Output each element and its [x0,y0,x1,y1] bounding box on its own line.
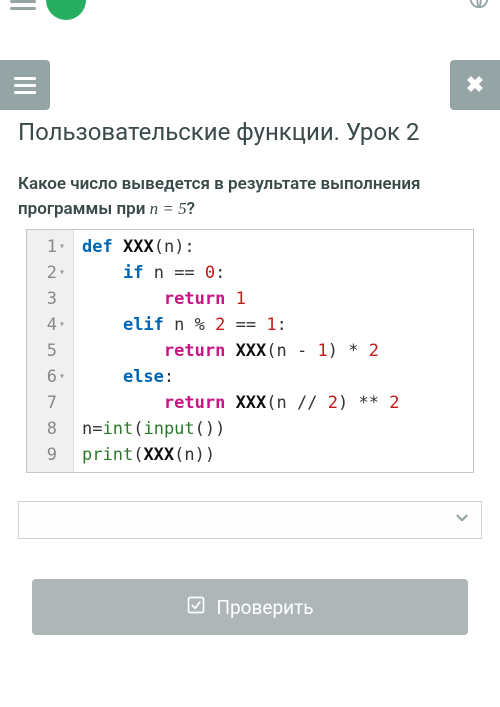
hamburger-icon [14,77,36,94]
page-title: Пользовательские функции. Урок 2 [18,118,482,146]
sidebar-menu-button[interactable] [0,60,50,110]
question-text: Какое число выведется в результате выпол… [18,172,482,221]
check-button[interactable]: Проверить [32,579,468,635]
chevron-down-icon [453,509,471,531]
close-icon: ✖ [466,73,484,98]
code-editor: 1▾ 2▾ 3▾ 4▾ 5▾ 6▾ 7▾ 8▾ 9▾ def XXX(n): i… [26,229,474,473]
browser-menu-icon [10,0,36,10]
close-button[interactable]: ✖ [450,60,500,110]
code-gutter: 1▾ 2▾ 3▾ 4▾ 5▾ 6▾ 7▾ 8▾ 9▾ [27,230,74,472]
check-button-label: Проверить [216,596,313,619]
site-logo [46,0,86,20]
check-icon [186,595,206,620]
answer-dropdown[interactable] [18,501,482,539]
cart-icon[interactable] [428,0,450,14]
code-content: def XXX(n): if n == 0: return 1 elif n %… [74,230,407,472]
globe-icon[interactable] [468,0,490,14]
